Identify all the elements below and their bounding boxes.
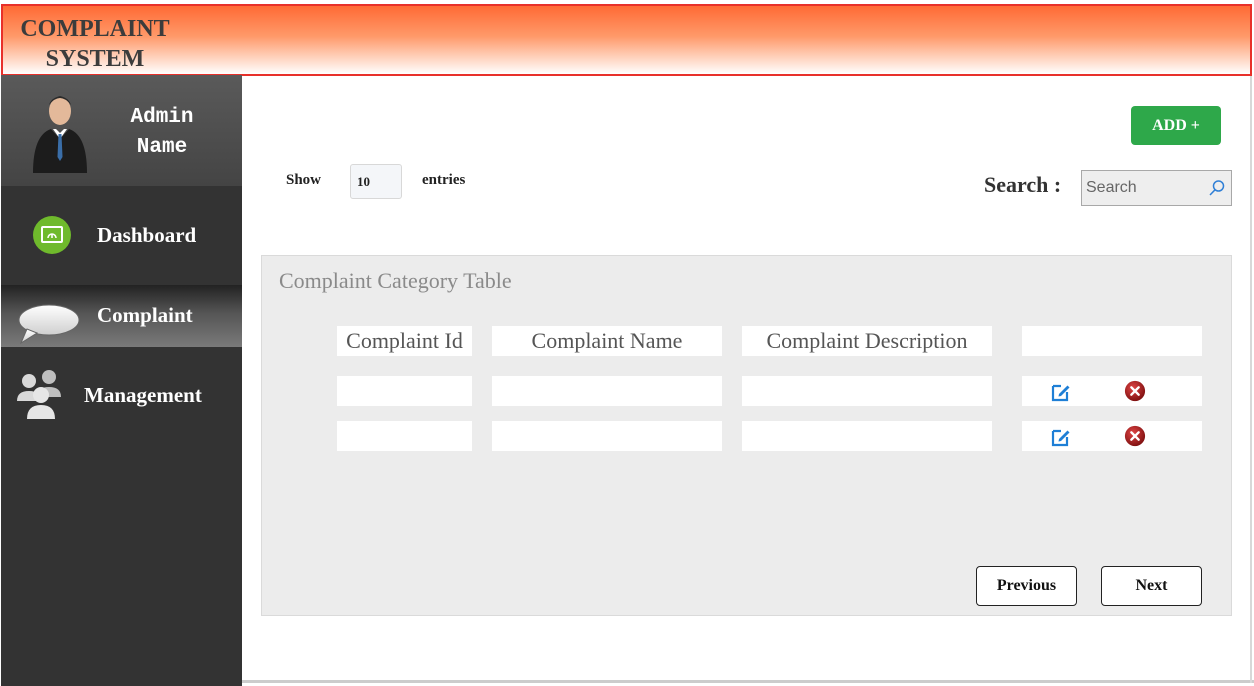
edit-icon[interactable] bbox=[1050, 381, 1072, 403]
app-brand: COMPLAINT SYSTEM bbox=[15, 14, 175, 74]
sidebar-item-complaint[interactable]: Complaint bbox=[1, 285, 242, 347]
delete-icon[interactable] bbox=[1124, 425, 1146, 447]
table-cell-name bbox=[492, 421, 722, 451]
column-header-name: Complaint Name bbox=[492, 326, 722, 356]
sidebar-item-dashboard-label: Dashboard bbox=[97, 223, 197, 247]
admin-profile: Admin Name bbox=[1, 75, 242, 186]
table-cell-name bbox=[492, 376, 722, 406]
dashboard-icon bbox=[33, 216, 71, 254]
sidebar-item-management-label: Management bbox=[84, 383, 202, 407]
table-cell-actions bbox=[1022, 376, 1202, 406]
previous-button[interactable]: Previous bbox=[976, 566, 1077, 606]
entries-label: entries bbox=[422, 172, 466, 188]
search-icon[interactable] bbox=[1208, 179, 1226, 197]
table-cell-actions bbox=[1022, 421, 1202, 451]
column-header-description: Complaint Description bbox=[742, 326, 992, 356]
table-cell-description bbox=[742, 376, 992, 406]
delete-icon[interactable] bbox=[1124, 380, 1146, 402]
main-bottom-border bbox=[242, 680, 1254, 683]
sidebar-item-complaint-label: Complaint bbox=[97, 303, 193, 327]
add-button[interactable]: ADD + bbox=[1131, 106, 1221, 145]
search-label: Search : bbox=[984, 172, 1062, 197]
sidebar: Admin Name Dashboard Complaint Managemen… bbox=[1, 75, 242, 686]
brand-line-1: COMPLAINT bbox=[20, 16, 170, 42]
sidebar-item-management[interactable]: Management bbox=[1, 365, 242, 425]
entries-select[interactable]: 10 bbox=[350, 164, 402, 199]
table-cell-id bbox=[337, 376, 472, 406]
app-header: COMPLAINT SYSTEM bbox=[1, 4, 1252, 76]
users-icon bbox=[17, 370, 61, 419]
table-cell-description bbox=[742, 421, 992, 451]
table-title: Complaint Category Table bbox=[279, 268, 512, 293]
brand-line-2: SYSTEM bbox=[45, 46, 145, 72]
admin-name: Admin Name bbox=[107, 103, 217, 163]
admin-avatar-icon bbox=[33, 96, 87, 173]
column-header-actions bbox=[1022, 326, 1202, 356]
admin-name-line-1: Admin bbox=[130, 106, 194, 129]
sidebar-item-dashboard[interactable]: Dashboard bbox=[1, 205, 242, 265]
search-box bbox=[1081, 170, 1232, 206]
search-input[interactable] bbox=[1086, 177, 1206, 199]
table-cell-id bbox=[337, 421, 472, 451]
show-label: Show bbox=[286, 172, 322, 188]
main-right-border bbox=[1250, 76, 1252, 683]
speech-bubble-icon bbox=[18, 304, 80, 345]
admin-name-line-2: Name bbox=[136, 136, 188, 159]
edit-icon[interactable] bbox=[1050, 426, 1072, 448]
column-header-id: Complaint Id bbox=[337, 326, 472, 356]
next-button[interactable]: Next bbox=[1101, 566, 1202, 606]
complaint-category-panel: Complaint Category Table Complaint Id Co… bbox=[261, 255, 1232, 616]
